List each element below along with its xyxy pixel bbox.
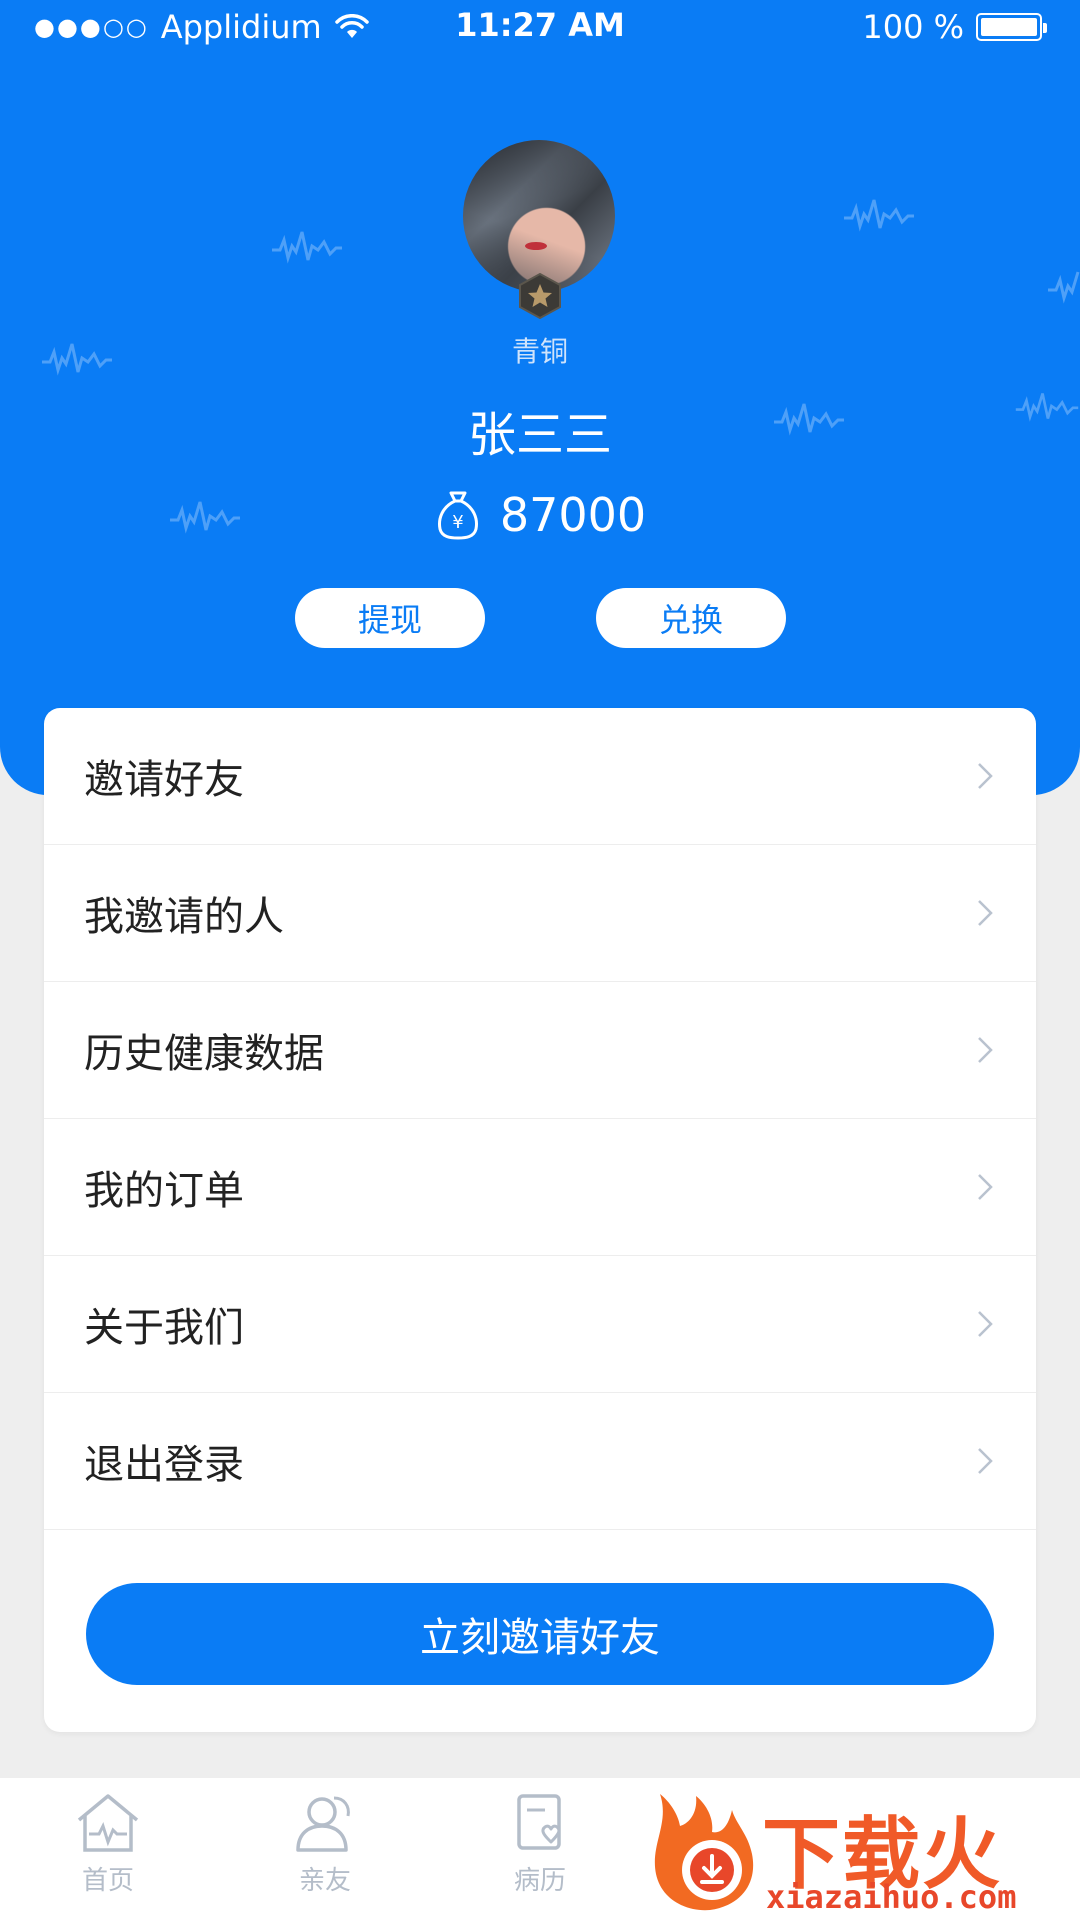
menu-card: 邀请好友 我邀请的人 历史健康数据 我的订单 关于我们 退出登录 立刻邀请好友 [44,708,1036,1732]
menu-item-my-invitees[interactable]: 我邀请的人 [44,845,1036,982]
avatar[interactable] [463,140,615,292]
coin-amount: 87000 [499,488,647,542]
menu-item-my-orders[interactable]: 我的订单 [44,1119,1036,1256]
user-name: 张三三 [467,407,612,463]
battery-percent: 100 % [862,8,964,46]
withdraw-button[interactable]: 提现 [295,588,485,648]
coin-balance: ¥ 87000 [0,488,1080,542]
chevron-right-icon [978,1037,993,1063]
invite-now-button[interactable]: 立刻邀请好友 [86,1583,994,1685]
contacts-icon [296,1796,350,1852]
menu-item-logout[interactable]: 退出登录 [44,1393,1036,1530]
flame-logo-icon [654,1794,754,1911]
menu-item-health-history[interactable]: 历史健康数据 [44,982,1036,1119]
pulse-watermark-icon [1048,271,1080,304]
menu-item-label: 退出登录 [84,1442,244,1488]
menu-item-label: 历史健康数据 [84,1031,324,1077]
menu-item-about-us[interactable]: 关于我们 [44,1256,1036,1393]
xiazaihuo-logo: 下载火 xiazaihuo.com [640,1778,1080,1920]
status-bar: ●●●○○ Applidium 11:27 AM 100 % [0,0,1080,54]
chevron-right-icon [978,763,993,789]
tab-records[interactable]: 病历 [480,1792,600,1897]
menu-item-invite-friends[interactable]: 邀请好友 [44,708,1036,845]
exchange-button[interactable]: 兑换 [596,588,786,648]
battery-icon [976,13,1047,41]
pulse-watermark-icon [272,231,342,264]
promo-url: xiazaihuo.com [766,1878,1017,1916]
tab-family[interactable]: 亲友 [265,1792,385,1897]
money-bag-icon: ¥ [437,491,478,540]
battery-status: 100 % [862,8,1047,46]
tab-label: 病历 [513,1866,566,1896]
medical-record-icon [517,1794,561,1850]
chevron-right-icon [978,1311,993,1337]
level-badge-icon [519,273,561,319]
user-level: 青铜 [511,335,568,368]
tab-label: 亲友 [298,1866,351,1896]
pulse-watermark-icon [844,199,914,232]
menu-item-label: 我邀请的人 [84,894,284,940]
chevron-right-icon [978,1448,993,1474]
svg-text:¥: ¥ [452,512,463,533]
chevron-right-icon [978,900,993,926]
tab-home[interactable]: 首页 [48,1792,168,1897]
menu-item-label: 关于我们 [84,1305,244,1351]
tab-label: 首页 [81,1866,134,1896]
chevron-right-icon [978,1174,993,1200]
menu-item-label: 我的订单 [84,1168,244,1214]
menu-item-label: 邀请好友 [84,757,244,803]
home-icon [77,1794,139,1852]
